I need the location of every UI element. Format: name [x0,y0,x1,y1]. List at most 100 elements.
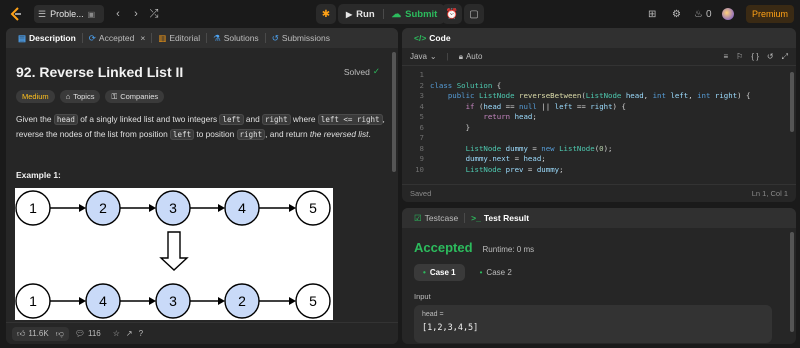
shuffle-button[interactable]: ⤮ [146,6,162,22]
expand-icon[interactable]: ⤢ [782,52,788,62]
share-icon[interactable]: ↗ [126,329,133,338]
difficulty-badge[interactable]: Medium [16,90,55,103]
tab-description[interactable]: ▤ Description [12,28,82,48]
line-number: 3 [419,91,424,100]
leetcode-logo-icon[interactable] [8,6,24,22]
topics-button[interactable]: ⌂ Topics [59,90,101,103]
save-status: Saved [410,189,432,198]
emphasis-text: the reversed list [309,129,369,139]
runtime-label: Runtime: 0 ms [482,245,535,254]
comments-button[interactable]: 💬︎ 116 [75,329,101,338]
tab-editorial[interactable]: ▥ Editorial [152,28,206,48]
help-icon[interactable]: ? [139,329,143,338]
chevron-left-icon: ‹ [116,8,120,20]
close-icon[interactable]: × [140,33,145,43]
like-button[interactable]: 👍︎ 11.6K 👎︎ [12,326,69,341]
problem-list-tab[interactable]: ☰ Proble... ▣ [34,5,104,23]
lock-icon: ⚿ [111,91,118,101]
result-tabs: ☑ Testcase >_ Test Result [402,208,796,228]
thumbs-down-icon[interactable]: 👎︎ [56,329,64,339]
layout-button[interactable]: ⊞ [648,6,656,22]
node-value: 3 [169,293,177,309]
bookmark-icon[interactable]: ⚐ [736,52,743,62]
text: , [382,114,385,124]
terminal-icon: >_ [471,213,481,223]
code-line: 3 public ListNode reverseBetween(ListNod… [402,91,796,102]
node-value: 5 [309,200,317,216]
settings-button[interactable]: ⚙ [672,6,681,22]
tab-label: Code [429,33,451,43]
prev-problem-button[interactable]: ‹ [110,6,126,22]
variable-name: head = [422,311,444,318]
avatar[interactable] [722,6,734,22]
run-button[interactable]: ▶ Run [338,4,383,24]
linked-list-diagram: 1 2 3 4 5 1 4 3 2 5 [15,188,333,320]
test-result-panel: ☑ Testcase >_ Test Result Accepted Runti… [402,208,796,344]
tag-icon: ⌂ [65,92,71,101]
list-icon: ☰ [38,8,47,19]
text: . [368,129,371,139]
companies-button[interactable]: ⚿ Companies [105,90,165,103]
tab-code[interactable]: </> Code [408,28,457,48]
shuffle-icon: ⤮ [149,7,159,20]
scrollbar[interactable] [790,232,794,332]
language-select[interactable]: Java ⌄ [410,52,437,61]
case-label: Case 1 [429,268,456,277]
node-value: 2 [99,200,107,216]
alarm-clock-icon: ⏰ [445,8,459,20]
tab-accepted[interactable]: ⟳ Accepted × [83,28,152,48]
braces-icon[interactable]: { } [751,52,759,62]
panel-icon: ▣ [87,9,96,19]
node-value: 1 [29,200,37,216]
auto-complete-toggle[interactable]: 🔒︎ Auto [459,52,483,62]
fire-icon: ♨ [694,8,703,20]
streak-count: 0 [705,8,712,20]
scrollbar[interactable] [790,72,794,132]
editor-actions: ≡ ⚐ { } ↺ ⤢ [723,52,796,62]
next-problem-button[interactable]: › [128,6,144,22]
streak-counter[interactable]: ♨ 0 [694,6,712,22]
node-value: 4 [238,200,246,216]
code-line: 5 return head; [402,112,796,123]
tab-label: Testcase [424,213,459,223]
code-line: 4 if (head == null || left == right) { [402,102,796,113]
tab-label: Solutions [223,33,259,43]
tab-testcase[interactable]: ☑ Testcase [408,208,464,228]
description-footer: 👍︎ 11.6K 👎︎ 💬︎ 116 ☆ ↗ ? [6,322,398,344]
code-editor[interactable]: 1 2 class Solution { 3 public ListNode re… [402,66,796,175]
check-circle-icon: ✓ [372,66,380,76]
topics-label: Topics [73,92,95,101]
tab-submissions[interactable]: ↺ Submissions [266,28,336,48]
case-1-tab[interactable]: • Case 1 [414,264,465,281]
tab-test-result[interactable]: >_ Test Result [465,208,535,228]
submit-button[interactable]: ☁ Submit [384,4,446,24]
companies-label: Companies [120,92,159,101]
case-2-tab[interactable]: • Case 2 [471,264,521,281]
case-tabs: • Case 1 • Case 2 [414,264,521,281]
code-brackets-icon: </> [414,33,427,43]
premium-button[interactable]: Premium [746,5,794,23]
grid-layout-icon: ⊞ [648,8,657,20]
code-line: 2 class Solution { [402,81,796,92]
tab-label: Description [29,33,76,43]
reset-icon[interactable]: ↺ [767,52,774,62]
timer-button[interactable]: ⏰ [442,4,462,24]
inline-code: right [236,129,266,140]
node-value: 5 [309,293,317,309]
node-value: 2 [238,293,246,309]
debug-button[interactable]: ✱ [316,4,336,24]
format-icon[interactable]: ≡ [723,52,728,62]
avatar-icon [722,8,734,20]
history-icon: ↺ [271,32,279,43]
star-icon[interactable]: ☆ [113,329,120,338]
line-number: 4 [419,101,424,111]
text: reverse the nodes of the list from posit… [16,129,171,139]
submit-label: Submit [405,8,438,20]
tab-solutions[interactable]: ⚗ Solutions [207,28,265,48]
notes-button[interactable]: ▢ [464,4,484,24]
node-value: 3 [169,200,177,216]
comment-count: 116 [87,329,101,338]
run-submit-group: ▶ Run ☁ Submit [338,4,446,24]
case-label: Case 2 [486,268,512,277]
scrollbar[interactable] [392,52,396,172]
